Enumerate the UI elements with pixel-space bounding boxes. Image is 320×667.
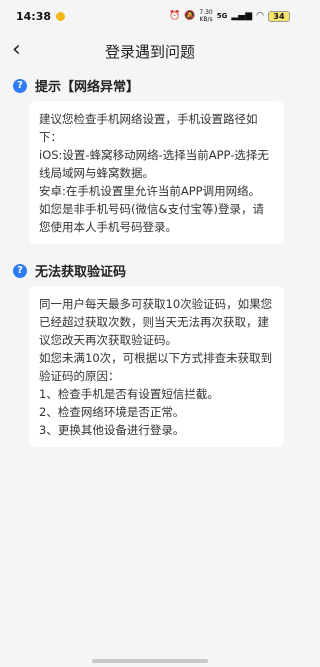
app-notification-icon [56, 11, 66, 21]
section-network-error-title: ? 提示【网络异常】 [13, 76, 139, 95]
card-line: 1、检查手机是否有设置短信拦截。 [39, 387, 219, 401]
help-icon: ? [13, 78, 27, 93]
section-no-code-title: ? 无法获取验证码 [13, 261, 126, 280]
network-type: 5G [216, 12, 228, 20]
help-icon: ? [13, 263, 27, 278]
alarm-icon: ⏰ [168, 10, 181, 21]
battery-icon: 34 [268, 10, 290, 22]
status-right: ⏰ 🔕 7.30 KB/s 5G ▂▄▆ ◠ 34 [169, 9, 290, 23]
status-bar: 14:38 ⏰ 🔕 7.30 KB/s 5G ▂▄▆ ◠ 34 [0, 0, 300, 32]
page-title: 登录遇到问题 [104, 42, 195, 61]
card-line: 如您是非手机号码(微信&支付宝等)登录，请您使用本人手机号码登录。 [39, 202, 264, 234]
signal-icon: ▂▄▆ [231, 10, 253, 21]
no-code-card: 同一用户每天最多可获取10次验证码，如果您已经超过获取次数，则当天无法再次获取，… [29, 286, 284, 447]
section-title-text: 无法获取验证码 [35, 265, 127, 280]
network-speed: 7.30 KB/s [199, 9, 212, 23]
network-error-card: 建议您检查手机网络设置，手机设置路径如下： iOS:设置-蜂窝移动网络-选择当前… [29, 101, 284, 244]
nav-bar: ‹ 登录遇到问题 [0, 32, 300, 70]
card-line: iOS:设置-蜂窝移动网络-选择当前APP-选择无线局域网与蜂窝数据。 [39, 148, 269, 180]
card-line: 3、更换其他设备进行登录。 [39, 423, 185, 437]
card-line: 同一用户每天最多可获取10次验证码，如果您已经超过获取次数，则当天无法再次获取，… [39, 297, 273, 347]
card-line: 如您未满10次，可根据以下方式排查未获取到验证码的原因： [39, 351, 273, 383]
network-speed-value: 7.30 [199, 9, 213, 16]
section-title-text: 提示【网络异常】 [35, 80, 140, 95]
status-left: 14:38 [16, 9, 66, 23]
status-time: 14:38 [16, 9, 52, 23]
home-indicator[interactable] [92, 659, 208, 663]
network-speed-unit: KB/s [199, 16, 213, 23]
card-line: 安卓:在手机设置里允许当前APP调用网络。 [39, 184, 261, 198]
card-line: 2、检查网络环境是否正常。 [39, 405, 185, 419]
card-line: 建议您检查手机网络设置，手机设置路径如下： [39, 112, 258, 144]
wifi-icon: ◠ [256, 10, 264, 21]
mute-icon: 🔕 [184, 10, 196, 21]
back-button[interactable]: ‹ [12, 38, 21, 62]
